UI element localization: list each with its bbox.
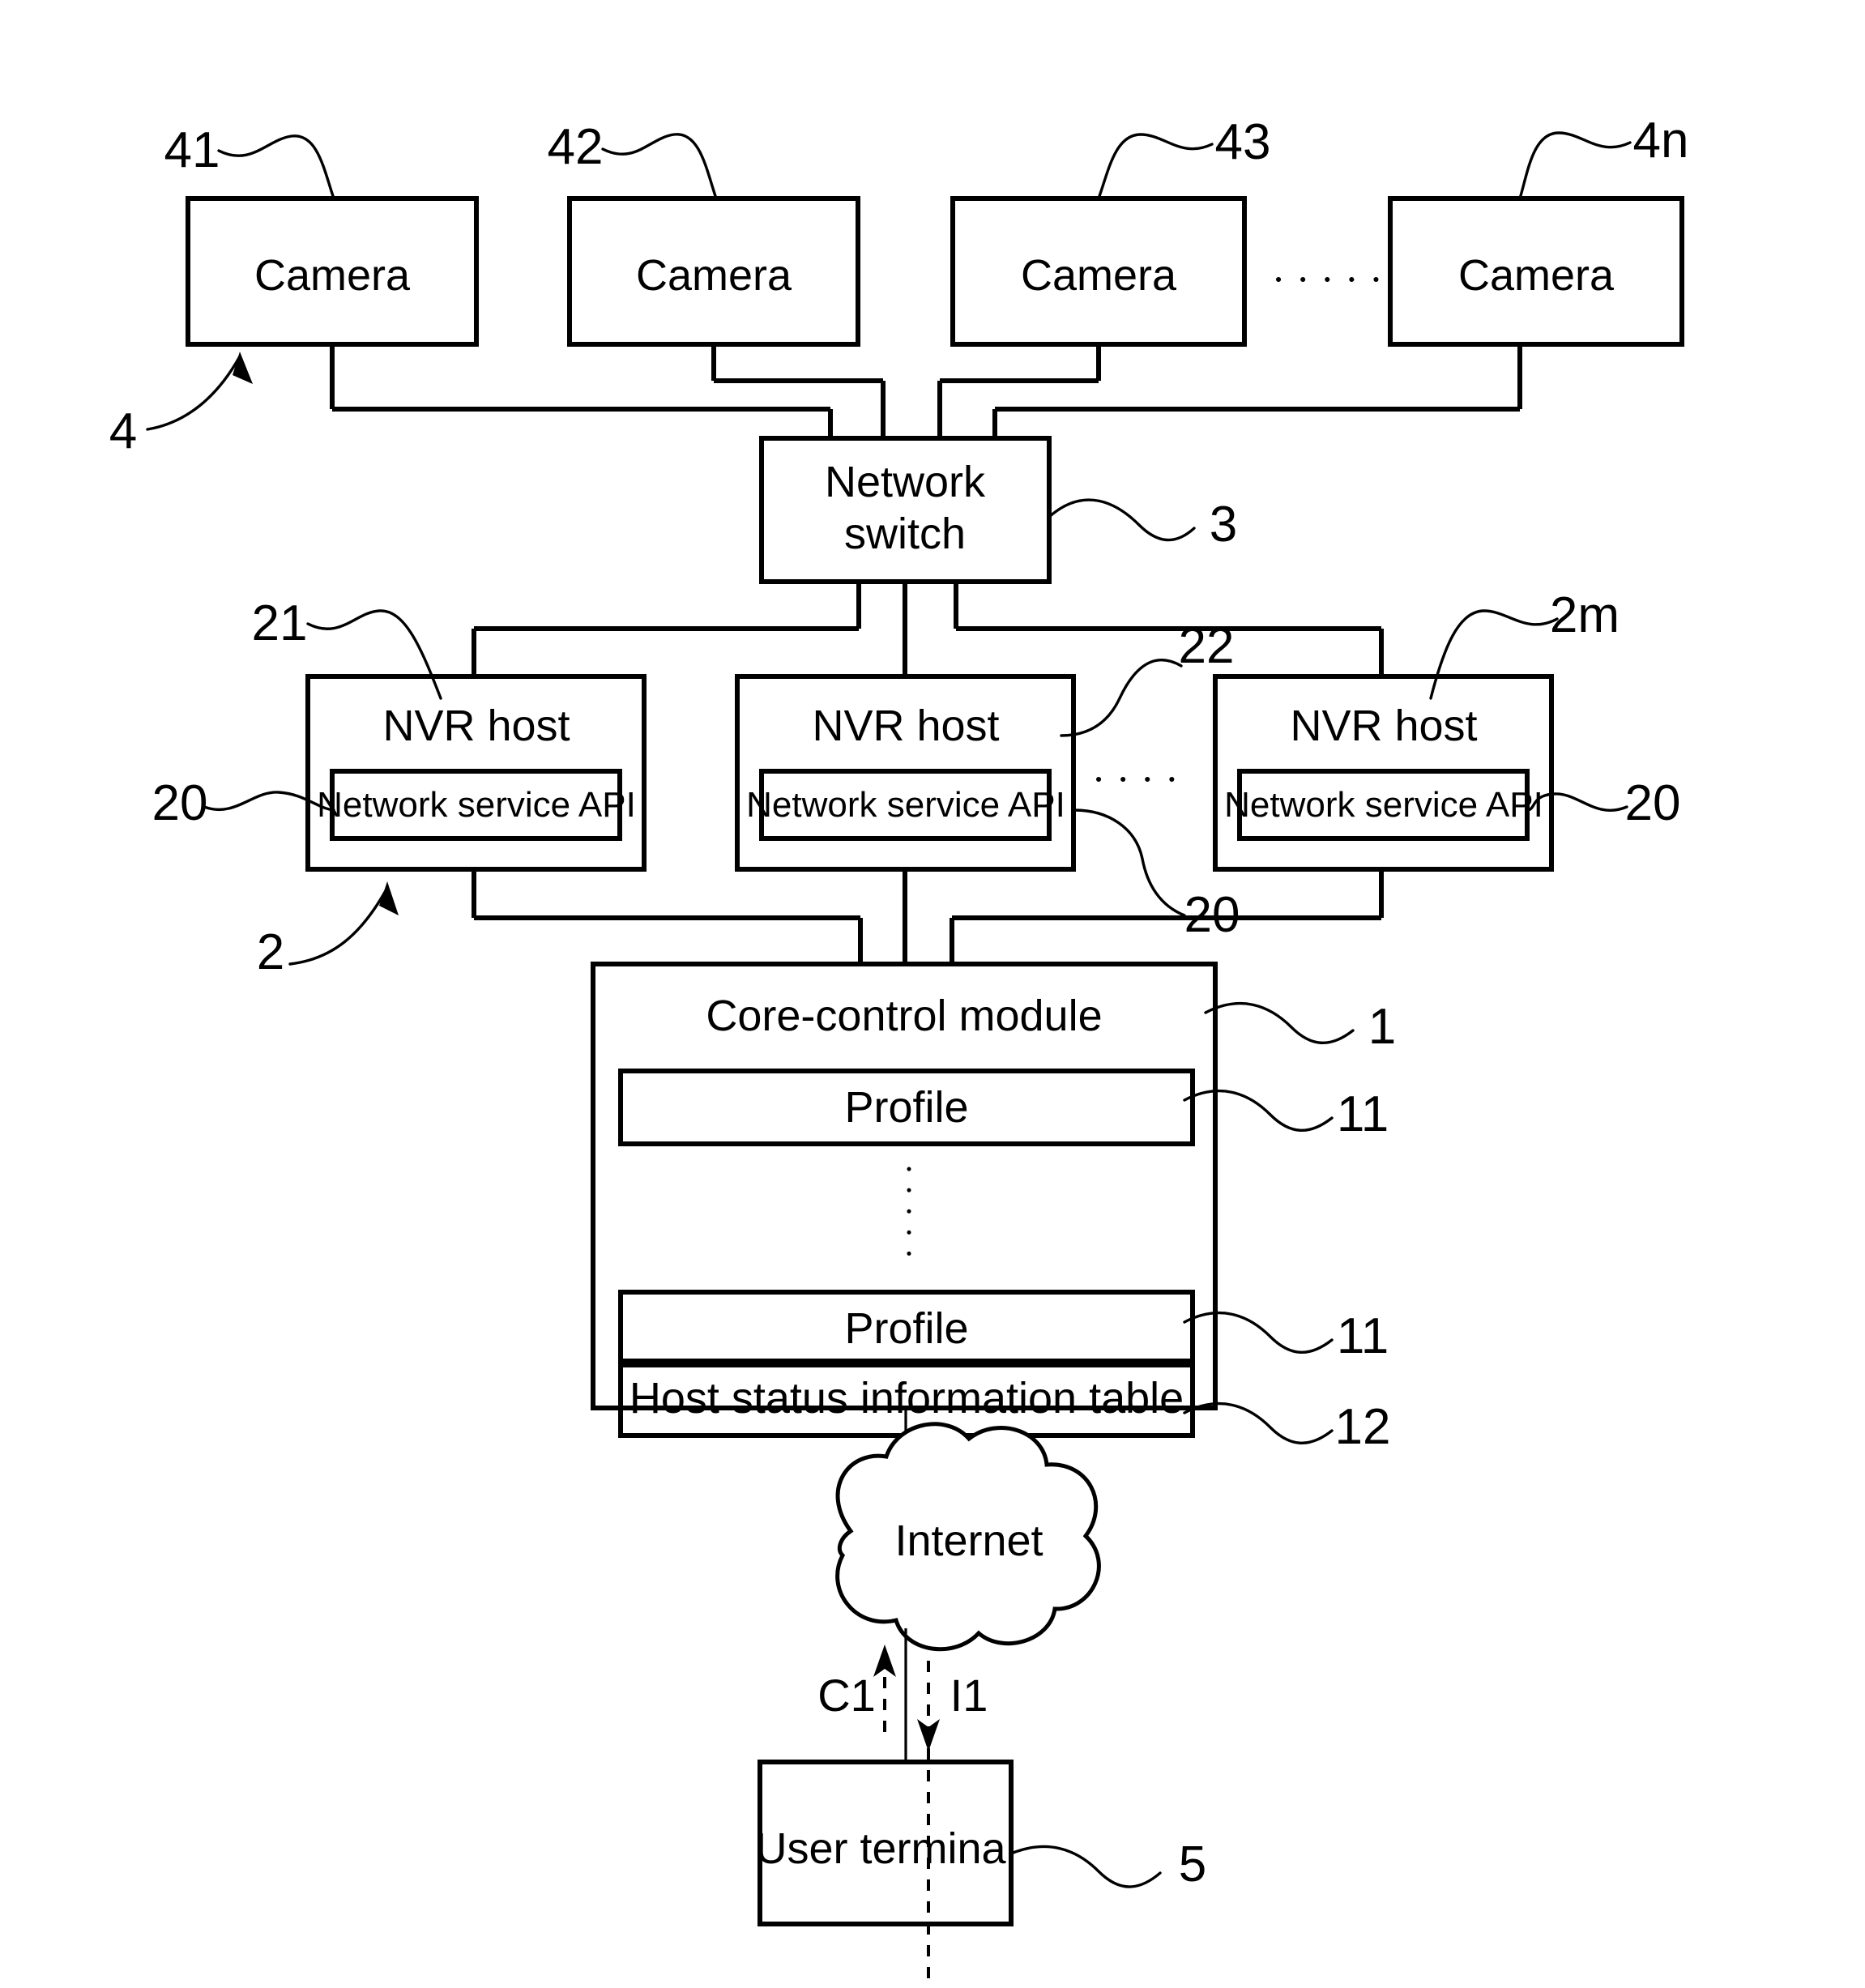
nvr-host-1-node[interactable]: NVR host Network service API bbox=[305, 674, 647, 872]
nvr-to-core-wiring bbox=[472, 869, 1384, 964]
reference-numeral-4n: 4n bbox=[1633, 113, 1689, 169]
leader-line-22 bbox=[1060, 659, 1183, 737]
c1-arrowhead-icon bbox=[873, 1645, 896, 1677]
user-terminal-label: User terminal bbox=[755, 1824, 1015, 1873]
reference-numeral-11-bottom: 11 bbox=[1337, 1308, 1389, 1364]
leader-line-20-center bbox=[1073, 808, 1186, 917]
leader-line-41 bbox=[217, 134, 335, 200]
leader-line-5 bbox=[1009, 1845, 1162, 1888]
reference-numeral-20-center: 20 bbox=[1184, 887, 1240, 943]
nvr-host-m-node[interactable]: NVR host Network service API bbox=[1213, 674, 1554, 872]
reference-numeral-20-left: 20 bbox=[152, 775, 208, 831]
user-terminal-reference: 5 bbox=[1009, 1837, 1206, 1892]
nvr-host-m-label: NVR host bbox=[1290, 702, 1477, 750]
profile-bottom-label: Profile bbox=[844, 1304, 968, 1353]
nvr-reference-numerals: 21 22 2m 20 20 20 2 bbox=[152, 587, 1681, 980]
leader-line-11-bottom bbox=[1183, 1311, 1334, 1354]
network-service-api-m-label: Network service API bbox=[1224, 785, 1543, 825]
network-service-api-1-label: Network service API bbox=[317, 785, 636, 825]
reference-numeral-3: 3 bbox=[1210, 497, 1237, 552]
c1-flow-label: C1 bbox=[817, 1670, 876, 1721]
leader-line-11-top bbox=[1183, 1089, 1334, 1132]
profile-top-label: Profile bbox=[844, 1083, 968, 1132]
reference-numeral-2-group: 2 bbox=[257, 924, 284, 980]
nvr-host-2-node[interactable]: NVR host Network service API bbox=[735, 674, 1076, 872]
nvr-host-1-label: NVR host bbox=[382, 702, 570, 750]
core-control-module-label: Core-control module bbox=[706, 992, 1102, 1040]
leader-line-3 bbox=[1048, 498, 1196, 542]
reference-numeral-43: 43 bbox=[1215, 114, 1271, 170]
network-switch-node[interactable]: Network switch bbox=[759, 436, 1052, 584]
camera-2-label: Camera bbox=[636, 251, 792, 300]
nvr-host-2-label: NVR host bbox=[812, 702, 999, 750]
internet-to-terminal-wiring: C1 I1 bbox=[817, 1628, 988, 1988]
leader-line-2-group bbox=[288, 886, 389, 966]
reference-numeral-2m: 2m bbox=[1550, 587, 1620, 643]
camera-1-node[interactable]: Camera bbox=[186, 196, 479, 347]
camera-to-switch-wiring bbox=[330, 344, 1522, 438]
switch-to-nvr-wiring bbox=[472, 582, 1384, 676]
leader-line-43 bbox=[1097, 133, 1214, 200]
leader-line-1 bbox=[1204, 1001, 1355, 1044]
camera-2-node[interactable]: Camera bbox=[567, 196, 860, 347]
camera-3-node[interactable]: Camera bbox=[950, 196, 1247, 347]
reference-numeral-12: 12 bbox=[1335, 1399, 1391, 1455]
camera-3-label: Camera bbox=[1021, 251, 1177, 300]
reference-numeral-42: 42 bbox=[548, 119, 604, 175]
network-switch-label-line2: switch bbox=[844, 510, 966, 558]
network-switch-label-line1: Network bbox=[825, 458, 986, 506]
arrowhead-2-group-icon bbox=[379, 881, 399, 915]
arrowhead-4-group-icon bbox=[233, 352, 253, 384]
reference-numeral-5: 5 bbox=[1179, 1837, 1206, 1892]
camera-1-label: Camera bbox=[254, 251, 411, 300]
camera-n-node[interactable]: Camera bbox=[1388, 196, 1684, 347]
reference-numeral-11-top: 11 bbox=[1337, 1086, 1389, 1142]
camera-n-label: Camera bbox=[1458, 251, 1615, 300]
reference-numeral-21: 21 bbox=[252, 595, 308, 651]
leader-line-2m bbox=[1429, 609, 1559, 700]
reference-numeral-41: 41 bbox=[164, 122, 220, 178]
network-switch-reference: 3 bbox=[1048, 497, 1237, 552]
i1-arrowhead-icon bbox=[917, 1719, 940, 1751]
user-terminal-node[interactable]: User terminal bbox=[755, 1760, 1016, 1926]
reference-numeral-1: 1 bbox=[1368, 999, 1396, 1055]
block-diagram: Camera Camera Camera Camera 41 42 43 4n … bbox=[109, 113, 1689, 1988]
reference-numeral-20-right: 20 bbox=[1625, 775, 1681, 831]
network-service-api-2-label: Network service API bbox=[746, 785, 1065, 825]
i1-flow-label: I1 bbox=[950, 1670, 988, 1721]
figure-canvas: Camera Camera Camera Camera 41 42 43 4n … bbox=[0, 0, 1865, 1988]
core-control-module-node[interactable]: Core-control module Profile Profile Host… bbox=[591, 962, 1218, 1438]
camera-row: Camera Camera Camera Camera bbox=[186, 196, 1684, 347]
internet-label: Internet bbox=[894, 1517, 1043, 1565]
leader-line-42 bbox=[601, 133, 718, 200]
nvr-host-row: NVR host Network service API NVR host Ne… bbox=[305, 674, 1554, 872]
leader-line-20-left bbox=[203, 791, 335, 812]
reference-numeral-4-group: 4 bbox=[109, 403, 137, 459]
reference-numeral-22: 22 bbox=[1179, 618, 1235, 674]
leader-line-4n bbox=[1518, 131, 1632, 200]
leader-line-4-group bbox=[146, 355, 241, 431]
leader-line-21 bbox=[306, 609, 442, 700]
internet-cloud-node[interactable]: Internet bbox=[835, 1422, 1101, 1652]
